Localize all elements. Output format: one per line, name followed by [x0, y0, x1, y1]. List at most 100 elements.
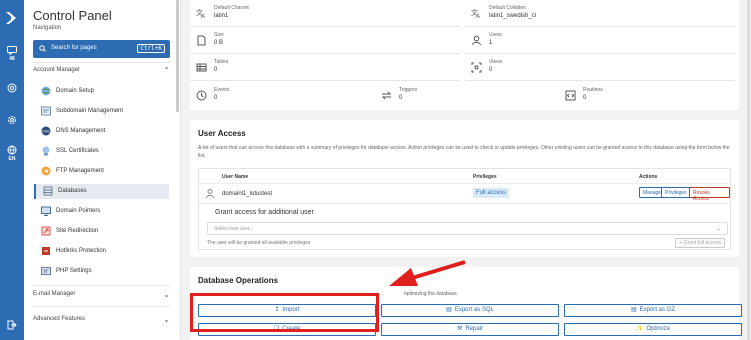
support-icon [7, 83, 17, 93]
chat-icon [7, 46, 17, 55]
stat-value: 1 [489, 40, 493, 46]
settings-button[interactable] [0, 115, 24, 125]
support-button[interactable] [0, 83, 24, 93]
language-button[interactable]: EN [0, 145, 24, 162]
notifications-button[interactable]: 48 [0, 46, 24, 62]
optimize-button[interactable]: ✨ Optimize [564, 323, 742, 336]
logout-button[interactable] [0, 320, 24, 330]
search-shortcut: Ctrl+K [137, 44, 165, 53]
sidebar-item-label: Domain Setup [56, 88, 95, 94]
sidebar-item-domain-pointers[interactable]: Domain Pointers [34, 204, 169, 219]
export-sql-button[interactable]: ▤ Export as SQL [381, 304, 559, 317]
divider [33, 306, 170, 307]
export-gz-button[interactable]: ▤ Export as GZ [564, 304, 742, 317]
stat-value: 0 B [214, 40, 224, 46]
stat-label: Views [489, 59, 503, 65]
divider [199, 183, 730, 184]
stat-label: Events [214, 87, 230, 93]
grant-button-label: Grant full access [683, 240, 721, 246]
logout-icon [7, 320, 17, 330]
user-access-table: User Name Privileges Actions domainl1_lo… [198, 168, 731, 250]
user-icon [206, 189, 214, 198]
php-icon [41, 267, 51, 275]
stat-value: 0 [489, 67, 493, 73]
section-advanced-features[interactable]: Advanced Features ⌄ [33, 315, 170, 324]
chevron-down-icon: ⌄ [163, 290, 170, 299]
sidebar: Control Panel Navigation Search for page… [24, 0, 181, 340]
sidebar-item-label: FTP Management [56, 168, 104, 174]
subdomain-icon [41, 106, 51, 116]
stat-label: Size [214, 32, 224, 38]
column-header-actions: Actions [639, 174, 658, 180]
logo-icon[interactable] [4, 10, 20, 26]
sidebar-item-hotlinks-protection[interactable]: Hotlinks Protection [34, 244, 169, 259]
gear-icon [8, 116, 16, 124]
sidebar-item-databases[interactable]: Databases [34, 184, 169, 199]
sidebar-scrollbar[interactable] [176, 0, 179, 112]
column-header-user: User Name [222, 174, 249, 180]
sidebar-item-dns-management[interactable]: DNS DNS Management [34, 124, 169, 139]
stat-value: latin1 [214, 13, 229, 19]
stat-charset: 文A Default Charset latin1 [190, 0, 460, 27]
certificate-icon [42, 146, 50, 156]
sidebar-item-ftp-management[interactable]: FTP Management [34, 164, 169, 179]
repair-button[interactable]: ⚒ Repair [381, 323, 559, 336]
sidebar-item-site-redirection[interactable]: Site Redirection [34, 224, 169, 239]
globe-icon [41, 86, 51, 96]
section-label: E-mail Manager [33, 291, 76, 297]
app-rail: 48 EN [0, 0, 24, 340]
search-icon [39, 45, 46, 52]
grant-note: The user will be granted all available p… [207, 240, 311, 246]
view-icon [471, 62, 482, 73]
translate-icon: 文A [196, 8, 205, 19]
code-icon [565, 90, 576, 101]
chevron-down-icon: ⌄ [715, 226, 721, 232]
stat-value: latin1_swedish_ci [489, 13, 537, 19]
export-gz-label: Export as GZ [639, 307, 675, 313]
section-email-manager[interactable]: E-mail Manager ⌄ [33, 290, 170, 299]
chevron-down-icon: ⌄ [163, 315, 170, 324]
ftp-icon [41, 166, 51, 176]
sidebar-item-domain-setup[interactable]: Domain Setup [34, 84, 169, 99]
divider [33, 62, 170, 63]
globe-icon [7, 145, 17, 155]
revoke-access-button[interactable]: Revoke Access [689, 187, 730, 202]
sidebar-item-subdomain-management[interactable]: Subdomain Management [34, 104, 169, 119]
stat-label: Default Charset [214, 5, 249, 11]
sidebar-item-label: Site Redirection [56, 228, 99, 234]
stat-tables: Tables 0 [190, 54, 460, 81]
notification-count: 48 [9, 56, 15, 62]
clock-icon [196, 90, 207, 101]
sidebar-item-php-settings[interactable]: PHP Settings [34, 264, 169, 279]
stat-events: Events 0 [190, 82, 370, 109]
wrench-icon: ⚒ [456, 326, 463, 332]
sidebar-item-label: Subdomain Management [56, 108, 124, 114]
table-row-user-name: domainl1_lotustest [222, 191, 273, 197]
hotlink-icon [42, 247, 50, 255]
stat-collation: 文A Default Collation latin1_swedish_ci [465, 0, 735, 27]
database-stats-panel: 文A Default Charset latin1 文A Default Col… [190, 0, 739, 110]
privileges-button[interactable]: Privileges [661, 187, 691, 198]
sidebar-item-ssl-certificates[interactable]: SSL Certificates [34, 144, 169, 159]
grant-user-select[interactable]: Select new user... ⌄ [207, 222, 728, 235]
page-search-button[interactable]: Search for pages Ctrl+K [33, 40, 170, 58]
monitor-icon [41, 206, 51, 216]
section-account-manager[interactable]: Account Manager ⌃ [33, 66, 170, 75]
section-description: optimizing the database. [404, 291, 459, 297]
file-icon [197, 35, 206, 46]
grant-full-access-button[interactable]: + Grant full access [675, 238, 725, 248]
sidebar-title: Control Panel [33, 8, 112, 23]
privilege-badge: Full access [473, 188, 510, 198]
stat-label: Tables [214, 59, 229, 65]
chevron-up-icon: ⌃ [163, 66, 170, 75]
arrows-icon [381, 91, 392, 100]
dns-icon: DNS [41, 126, 51, 136]
redirect-icon [41, 226, 51, 236]
annotation-highlight-box [190, 293, 379, 332]
stat-routines: Routines 0 [559, 82, 739, 109]
sidebar-item-label: Databases [58, 188, 87, 194]
sidebar-item-label: Domain Pointers [56, 208, 101, 214]
main-scrollbar[interactable] [747, 0, 750, 340]
language-label: EN [8, 156, 16, 162]
section-label: Account Manager [33, 67, 81, 73]
